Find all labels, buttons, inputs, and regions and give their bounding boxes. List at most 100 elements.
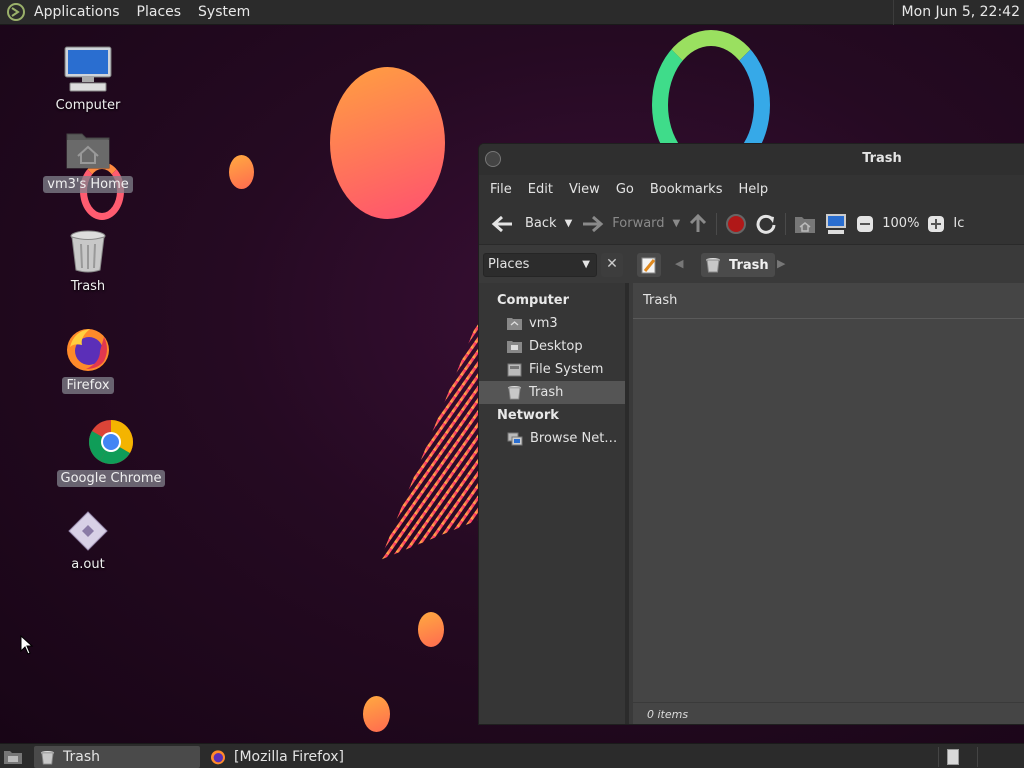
places-menu[interactable]: Places xyxy=(129,0,191,25)
applications-menu[interactable]: Applications xyxy=(26,0,129,25)
back-history-dropdown[interactable]: ▼ xyxy=(561,209,577,239)
location-bar: Places ▼ ✕ ◀ Trash ▶ xyxy=(479,247,1024,283)
forward-button[interactable]: Forward xyxy=(576,209,668,239)
close-sidebar-button[interactable]: ✕ xyxy=(601,253,623,277)
edit-location-button[interactable] xyxy=(637,253,661,277)
desktop-icon-label: Google Chrome xyxy=(56,470,166,487)
taskbar-item-label: Trash xyxy=(63,749,100,765)
zoom-level[interactable]: 100% xyxy=(878,209,923,239)
bottom-panel: Trash [Mozilla Firefox] xyxy=(0,743,1024,768)
executable-icon xyxy=(68,511,108,551)
back-button[interactable]: Back xyxy=(487,209,561,239)
desktop-icon-firefox[interactable]: Firefox xyxy=(23,325,153,394)
taskbar-item-label: [Mozilla Firefox] xyxy=(234,749,344,765)
sidebar-header-computer: Computer xyxy=(497,293,570,308)
trash-icon xyxy=(706,258,720,273)
menu-bookmarks[interactable]: Bookmarks xyxy=(642,182,731,197)
menu-file[interactable]: File xyxy=(482,182,520,197)
trash-icon xyxy=(507,385,522,400)
status-bar: 0 items xyxy=(633,702,1024,724)
sidebar-item-label: Browse Net… xyxy=(530,431,618,446)
computer-icon xyxy=(826,213,847,234)
back-label: Back xyxy=(525,216,557,231)
toolbar-separator xyxy=(716,212,718,235)
reload-button[interactable] xyxy=(751,209,781,239)
sidebar-item-label: vm3 xyxy=(529,316,558,331)
trash-icon xyxy=(40,750,55,765)
home-folder-icon xyxy=(66,133,110,169)
firefox-icon xyxy=(211,750,225,765)
desktop-icon-a-out[interactable]: a.out xyxy=(23,510,153,573)
forward-history-dropdown[interactable]: ▼ xyxy=(669,209,685,239)
distro-logo-icon[interactable] xyxy=(6,2,26,22)
up-arrow-icon xyxy=(690,213,707,232)
back-arrow-icon xyxy=(491,215,512,232)
network-icon xyxy=(507,432,523,445)
places-sidebar: Computer vm3 Desktop File System Trash N… xyxy=(479,283,629,724)
trash-icon xyxy=(70,230,106,273)
home-folder-icon xyxy=(507,318,522,330)
home-button[interactable] xyxy=(790,209,820,239)
close-icon: ✕ xyxy=(606,256,618,272)
menu-go[interactable]: Go xyxy=(608,182,642,197)
desktop-icon-home[interactable]: vm3's Home xyxy=(23,128,153,193)
desktop-icon-label: vm3's Home xyxy=(43,176,133,193)
stop-button[interactable] xyxy=(721,209,751,239)
taskbar-item-firefox[interactable]: [Mozilla Firefox] xyxy=(204,746,404,768)
firefox-icon xyxy=(67,329,109,371)
breadcrumb-label: Trash xyxy=(729,257,769,273)
desktop-icon-label: Firefox xyxy=(62,377,114,394)
sidebar-item-label: Desktop xyxy=(529,339,583,354)
sidebar-item-vm3[interactable]: vm3 xyxy=(479,312,625,335)
top-panel: Applications Places System Mon Jun 5, 22… xyxy=(0,0,1024,25)
menu-edit[interactable]: Edit xyxy=(520,182,561,197)
wallpaper-small-dot xyxy=(418,612,444,647)
show-desktop-icon[interactable] xyxy=(3,748,23,765)
reload-icon xyxy=(756,214,776,234)
zoom-in-icon xyxy=(928,215,945,232)
workspace-switcher[interactable] xyxy=(938,747,978,767)
breadcrumb-scroll-left[interactable]: ◀ xyxy=(675,257,683,270)
chevron-down-icon: ▼ xyxy=(582,259,590,270)
home-folder-icon xyxy=(795,216,816,233)
sidebar-type-combo[interactable]: Places ▼ xyxy=(483,253,597,277)
computer-button[interactable] xyxy=(820,209,852,239)
pencil-note-icon xyxy=(641,257,656,274)
desktop-icon-computer[interactable]: Computer xyxy=(23,45,153,114)
breadcrumb-trash[interactable]: Trash xyxy=(701,253,775,277)
sidebar-header-network: Network xyxy=(497,408,559,423)
stop-icon xyxy=(726,213,747,234)
sidebar-item-desktop[interactable]: Desktop xyxy=(479,335,625,358)
forward-label: Forward xyxy=(612,216,665,231)
desktop-folder-icon xyxy=(507,341,522,353)
wallpaper-small-dot xyxy=(229,155,254,189)
drive-icon xyxy=(507,363,522,376)
view-mode-selector[interactable]: Ic xyxy=(949,209,968,239)
file-view[interactable]: Trash 0 items xyxy=(633,283,1024,724)
menu-help[interactable]: Help xyxy=(730,182,776,197)
window-titlebar[interactable]: Trash xyxy=(479,144,1024,175)
clock[interactable]: Mon Jun 5, 22:42 xyxy=(892,0,1020,25)
combo-value: Places xyxy=(488,257,530,272)
desktop-icon-label: Computer xyxy=(55,98,121,113)
system-menu[interactable]: System xyxy=(190,0,259,25)
sidebar-item-label: File System xyxy=(529,362,604,377)
forward-arrow-icon xyxy=(583,215,604,232)
taskbar-item-trash[interactable]: Trash xyxy=(34,746,200,768)
workspace-1[interactable] xyxy=(947,749,959,765)
zoom-in-button[interactable] xyxy=(923,209,949,239)
desktop-icon-chrome[interactable]: Google Chrome xyxy=(46,418,176,487)
sidebar-item-trash[interactable]: Trash xyxy=(479,381,625,404)
wallpaper-striped-triangle xyxy=(380,320,478,560)
sidebar-item-file-system[interactable]: File System xyxy=(479,358,625,381)
sidebar-item-browse-network[interactable]: Browse Net… xyxy=(479,427,625,450)
desktop-icon-trash[interactable]: Trash xyxy=(23,228,153,295)
menu-view[interactable]: View xyxy=(561,182,608,197)
up-button[interactable] xyxy=(684,209,712,239)
zoom-out-icon xyxy=(857,215,874,232)
file-view-header: Trash xyxy=(633,283,1024,319)
mouse-cursor xyxy=(20,635,34,655)
zoom-out-button[interactable] xyxy=(852,209,878,239)
wallpaper-orange-circle xyxy=(330,67,445,219)
breadcrumb-scroll-right[interactable]: ▶ xyxy=(777,257,785,270)
